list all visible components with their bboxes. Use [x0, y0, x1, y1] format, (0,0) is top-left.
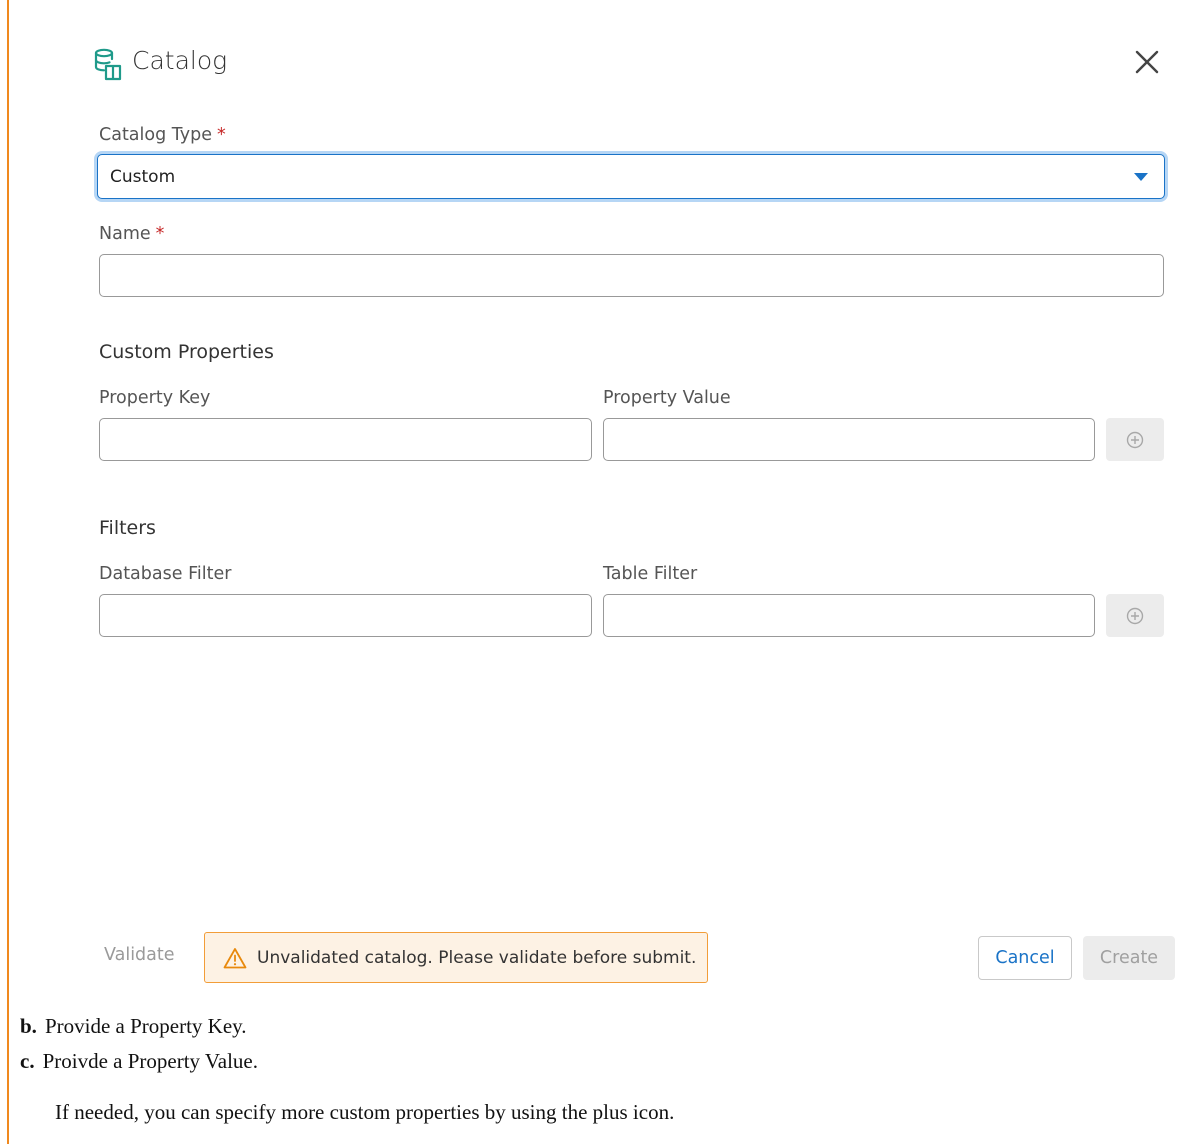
dialog-title: Catalog: [132, 46, 228, 75]
create-button[interactable]: Create: [1083, 936, 1175, 980]
catalog-type-label-text: Catalog Type: [99, 125, 212, 145]
name-label-text: Name: [99, 224, 151, 244]
filters-title: Filters: [99, 517, 156, 539]
table-filter-label: Table Filter: [603, 564, 698, 584]
close-icon[interactable]: [1133, 48, 1161, 76]
doc-note: If needed, you can specify more custom p…: [55, 1100, 675, 1124]
catalog-type-value: Custom: [110, 166, 176, 187]
database-filter-input[interactable]: [99, 594, 592, 637]
validate-button[interactable]: Validate: [104, 945, 175, 965]
caret-down-icon: [1134, 173, 1148, 181]
table-filter-input[interactable]: [603, 594, 1095, 637]
catalog-type-select[interactable]: Custom: [97, 154, 1165, 199]
required-mark: *: [216, 125, 226, 145]
database-filter-label: Database Filter: [99, 564, 232, 584]
doc-step-c: c. Proivde a Property Value.: [20, 1049, 258, 1074]
property-key-label: Property Key: [99, 388, 211, 408]
plus-circle-icon: [1126, 431, 1144, 448]
cancel-button[interactable]: Cancel: [978, 936, 1072, 980]
catalog-icon: [94, 48, 122, 81]
add-filter-button[interactable]: [1106, 594, 1164, 637]
unvalidated-warning: Unvalidated catalog. Please validate bef…: [204, 932, 708, 983]
property-value-input[interactable]: [603, 418, 1095, 461]
property-value-label: Property Value: [603, 388, 731, 408]
catalog-type-label: Catalog Type *: [99, 125, 226, 145]
step-marker: c.: [20, 1049, 35, 1073]
warning-text: Unvalidated catalog. Please validate bef…: [257, 947, 697, 968]
step-marker: b.: [20, 1014, 37, 1038]
name-input[interactable]: [99, 254, 1164, 297]
required-mark: *: [155, 224, 165, 244]
doc-step-b: b. Provide a Property Key.: [20, 1014, 247, 1039]
step-text: Proivde a Property Value.: [42, 1049, 258, 1073]
custom-properties-title: Custom Properties: [99, 341, 274, 363]
property-key-input[interactable]: [99, 418, 592, 461]
left-margin-rule: [7, 0, 9, 1144]
name-label: Name *: [99, 224, 164, 244]
warning-triangle-icon: [223, 947, 247, 968]
step-text: Provide a Property Key.: [44, 1014, 247, 1038]
add-property-button[interactable]: [1106, 418, 1164, 461]
plus-circle-icon: [1126, 607, 1144, 624]
